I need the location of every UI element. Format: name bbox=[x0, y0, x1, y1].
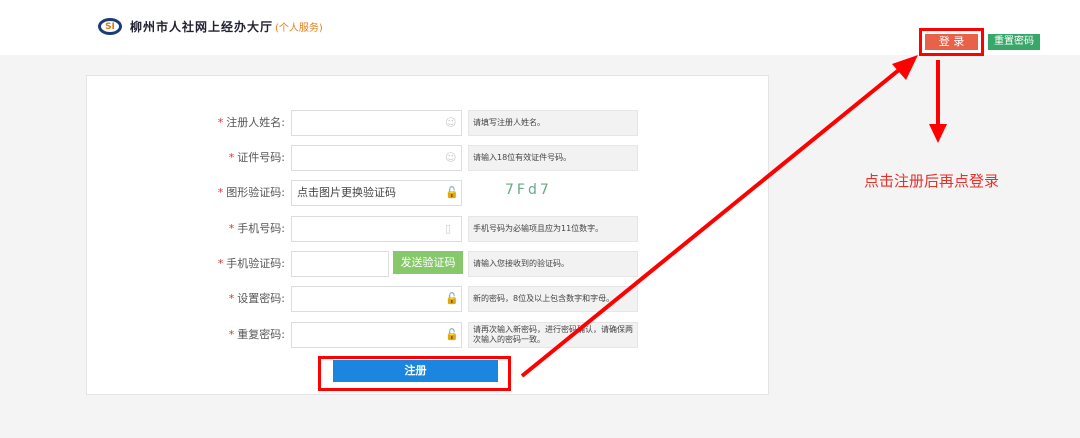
annotation-arrows bbox=[520, 55, 947, 378]
arrowhead-icon bbox=[892, 55, 918, 80]
annotation-note: 点击注册后再点登录 bbox=[864, 172, 1000, 190]
arrow-diagonal bbox=[520, 63, 907, 378]
arrowhead-icon bbox=[929, 124, 947, 143]
